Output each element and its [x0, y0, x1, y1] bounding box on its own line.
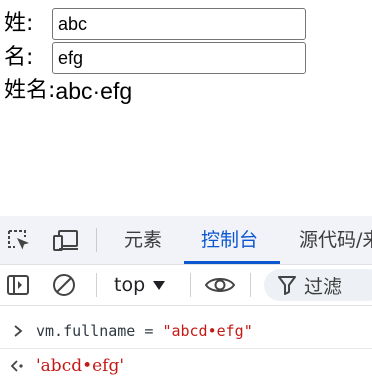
console-input-line: vm.fullname = "abcd•efg" [0, 314, 372, 349]
filter-input[interactable]: 过滤 [264, 269, 372, 301]
active-tab-indicator [184, 261, 280, 264]
toolbar-divider [96, 273, 97, 297]
console-command: vm.fullname = "abcd•efg" [36, 322, 253, 340]
console-result-line: 'abcd•efg' [0, 349, 372, 383]
last-name-input[interactable] [52, 8, 306, 40]
tab-bar-divider [96, 228, 97, 252]
tab-sources[interactable]: 源代码/来 [299, 216, 372, 264]
devtools-panel: 元素 控制台 源代码/来 top 过滤 vm.fullname = "abcd•… [0, 216, 372, 385]
sidebar-toggle-icon[interactable] [6, 273, 30, 297]
toolbar-divider [250, 273, 251, 297]
first-name-input[interactable] [52, 42, 306, 74]
filter-placeholder: 过滤 [304, 275, 343, 298]
last-name-row: 姓: [4, 8, 306, 40]
input-chevron-icon [0, 324, 36, 338]
last-name-label: 姓: [4, 11, 34, 36]
caret-down-icon [153, 280, 166, 290]
devtools-tab-bar: 元素 控制台 源代码/来 [0, 216, 372, 265]
tab-elements[interactable]: 元素 [124, 216, 162, 264]
command-string-literal: "abcd•efg" [162, 322, 253, 340]
console-result-value: 'abcd•efg' [36, 356, 125, 376]
filter-icon [278, 275, 296, 295]
context-selector[interactable]: top [114, 265, 166, 305]
eye-icon[interactable] [204, 273, 236, 297]
toolbar-divider [190, 273, 191, 297]
full-name-display: 姓名: abc·efg [4, 77, 132, 105]
context-selector-value: top [114, 274, 146, 296]
clear-console-icon[interactable] [52, 273, 76, 297]
first-name-label: 名: [4, 45, 34, 70]
console-toolbar: top 过滤 [0, 265, 372, 306]
first-name-row: 名: [4, 42, 306, 74]
result-arrow-icon [0, 359, 36, 373]
command-expression: vm.fullname = [36, 322, 163, 340]
full-name-value: abc·efg [55, 78, 133, 104]
full-name-label: 姓名: [4, 78, 56, 103]
inspect-element-icon[interactable] [6, 228, 32, 252]
device-toolbar-icon[interactable] [52, 228, 78, 252]
tab-console[interactable]: 控制台 [201, 216, 258, 264]
